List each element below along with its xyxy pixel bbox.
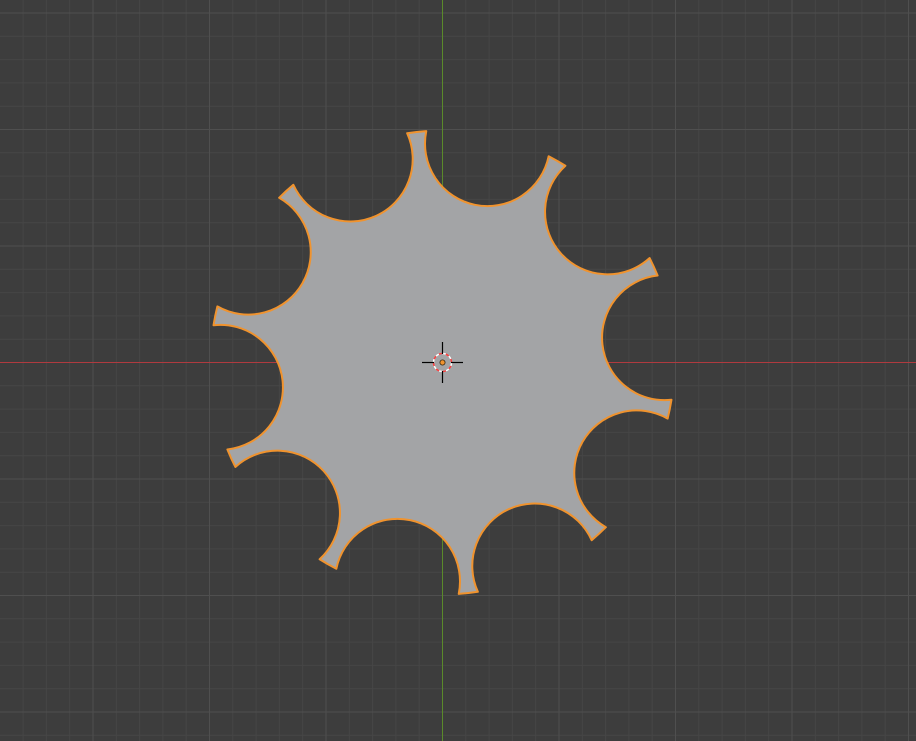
3d-viewport[interactable] xyxy=(0,0,916,741)
object-origin-icon xyxy=(439,359,446,366)
